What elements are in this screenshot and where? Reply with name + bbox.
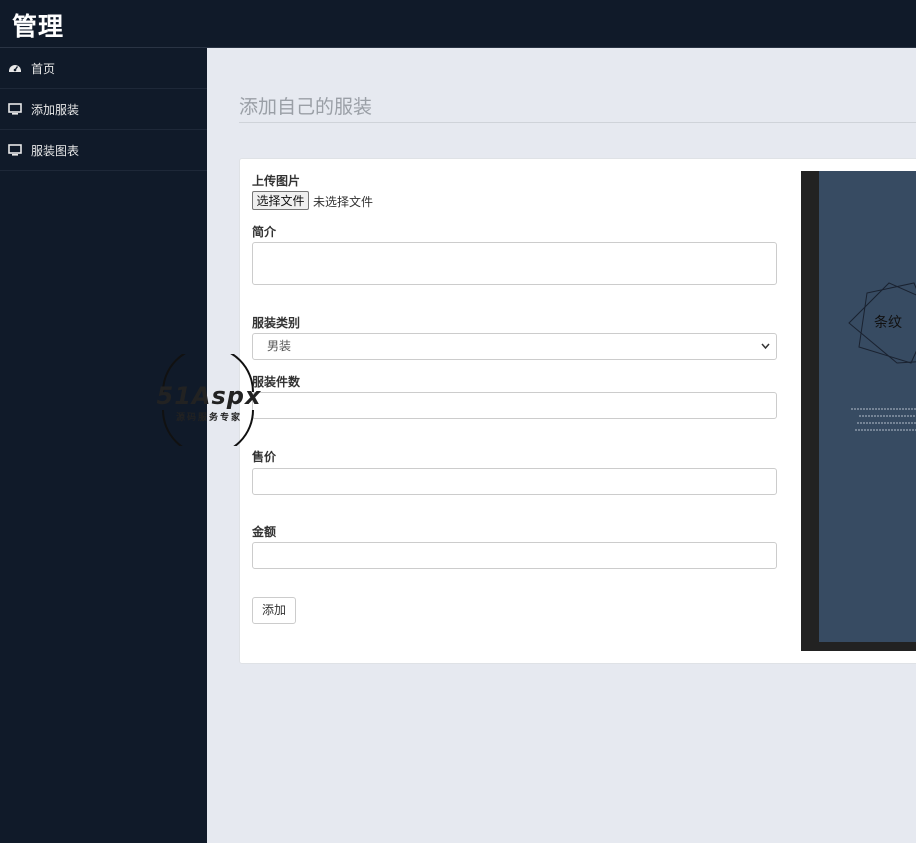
title-divider <box>239 122 916 123</box>
category-select[interactable]: 男装 <box>252 333 777 360</box>
amount-input[interactable] <box>252 542 777 569</box>
price-input[interactable] <box>252 468 777 495</box>
page-title: 添加自己的服装 <box>239 96 373 118</box>
upload-label: 上传图片 <box>252 174 301 188</box>
top-bar: 管理 <box>0 0 916 48</box>
watermark-tagline: 源码服务专家 <box>175 413 242 423</box>
sidebar-item-label: 服装图表 <box>31 143 80 158</box>
chevron-down-icon <box>761 334 770 369</box>
sidebar-item-home[interactable]: 首页 <box>0 48 207 89</box>
dashboard-icon <box>8 61 22 75</box>
file-status-text: 未选择文件 <box>313 195 374 209</box>
count-input[interactable] <box>252 392 777 419</box>
watermark-logo: 51Aspx 源码服务专家 <box>147 346 271 456</box>
sidebar-item-label: 首页 <box>31 61 56 76</box>
add-button[interactable]: 添加 <box>252 597 296 624</box>
clothing-preview-image: 条纹 <box>801 171 916 651</box>
main-content: 添加自己的服装 上传图片 选择文件 未选择文件 简介 服装类别 男装 服装件数 … <box>208 48 916 843</box>
monitor-icon <box>8 102 22 116</box>
sidebar-item-clothing-chart[interactable]: 服装图表 <box>0 130 207 171</box>
preview-panel: 条纹 <box>819 171 916 642</box>
app-brand: 管理 <box>12 12 65 41</box>
intro-textarea[interactable] <box>252 242 777 285</box>
sidebar-item-add-clothing[interactable]: 添加服装 <box>0 89 207 130</box>
category-label: 服装类别 <box>252 316 301 330</box>
amount-label: 金额 <box>252 525 277 539</box>
preview-caption: 条纹 <box>874 315 902 331</box>
choose-file-button[interactable]: 选择文件 <box>252 191 309 210</box>
price-label: 售价 <box>252 450 277 464</box>
preview-decoration <box>848 282 916 431</box>
watermark-brand: 51Aspx <box>156 382 262 410</box>
category-selected-value: 男装 <box>267 339 292 353</box>
sidebar-item-label: 添加服装 <box>31 102 80 117</box>
monitor-icon <box>8 143 22 157</box>
form-panel: 上传图片 选择文件 未选择文件 简介 服装类别 男装 服装件数 售价 金额 添加 <box>239 158 916 664</box>
intro-label: 简介 <box>252 225 277 239</box>
